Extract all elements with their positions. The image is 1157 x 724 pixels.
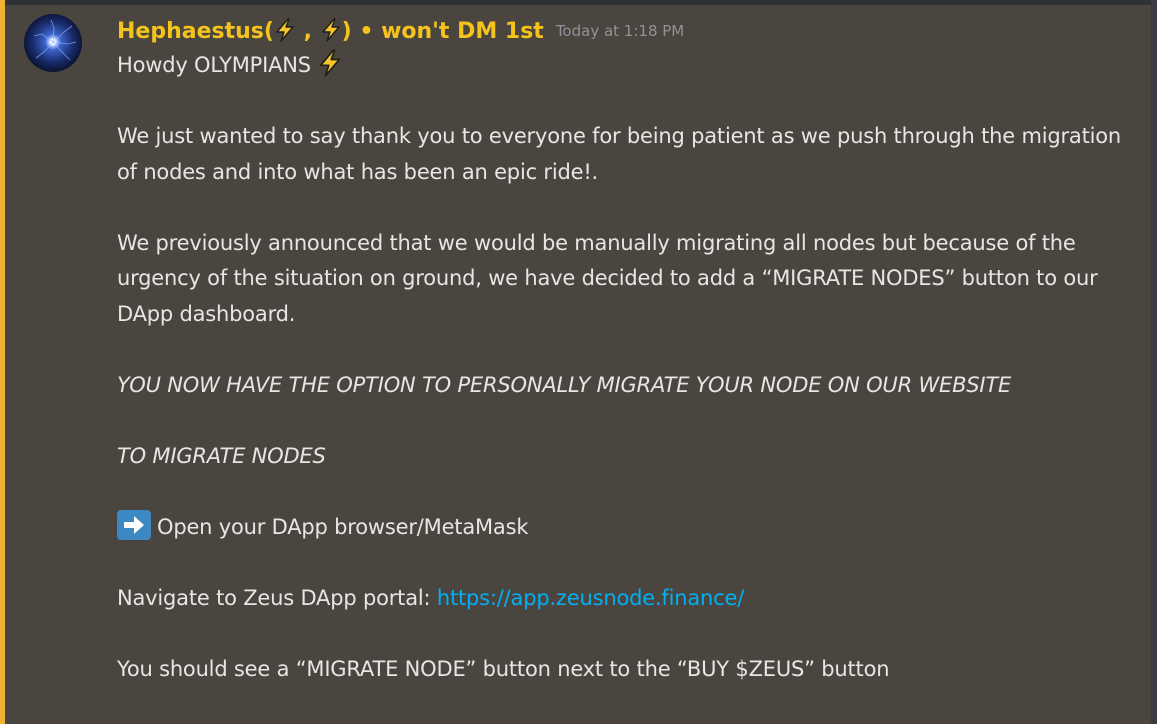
paragraph-instructions-heading: TO MIGRATE NODES [117,443,326,468]
step-open-browser: Open your DApp browser/MetaMask [117,509,1137,546]
paragraph-announcement: We previously announced that we would be… [117,230,1098,326]
step-open-browser-text: Open your DApp browser/MetaMask [157,514,529,539]
step-navigate-text: Navigate to Zeus DApp portal: [117,585,437,610]
lightning-orb-icon [33,19,77,61]
paragraph-thanks: We just wanted to say thank you to every… [117,124,1122,184]
message-content: Howdy OLYMPIANS We just wanted to say th… [117,48,1137,723]
portal-link[interactable]: https://app.zeusnode.finance/ [437,586,744,610]
username-close: ) [341,19,352,44]
message-timestamp[interactable]: Today at 1:18 PM [556,22,684,40]
high-voltage-icon [321,18,340,42]
high-voltage-icon [320,49,341,77]
username-separator: , [295,19,320,44]
message-header: Hephaestus( , ) • won't DM 1st Today at … [117,14,684,48]
mention-highlight-stripe [0,0,5,724]
avatar[interactable] [24,14,82,72]
username[interactable]: Hephaestus( , ) • won't DM 1st [117,18,544,44]
username-suffix: • won't DM 1st [351,19,544,44]
paragraph-option: YOU NOW HAVE THE OPTION TO PERSONALLY MI… [117,372,1012,397]
step-navigate: Navigate to Zeus DApp portal: https://ap… [117,581,1137,617]
username-name: Hephaestus( [117,19,274,44]
right-arrow-icon [117,509,151,540]
greeting-text: Howdy OLYMPIANS [117,53,318,77]
greeting-line: Howdy OLYMPIANS [117,48,1137,84]
right-edge [1151,0,1157,724]
high-voltage-icon [276,18,294,42]
step-see-button: You should see a “MIGRATE NODE” button n… [117,656,890,681]
